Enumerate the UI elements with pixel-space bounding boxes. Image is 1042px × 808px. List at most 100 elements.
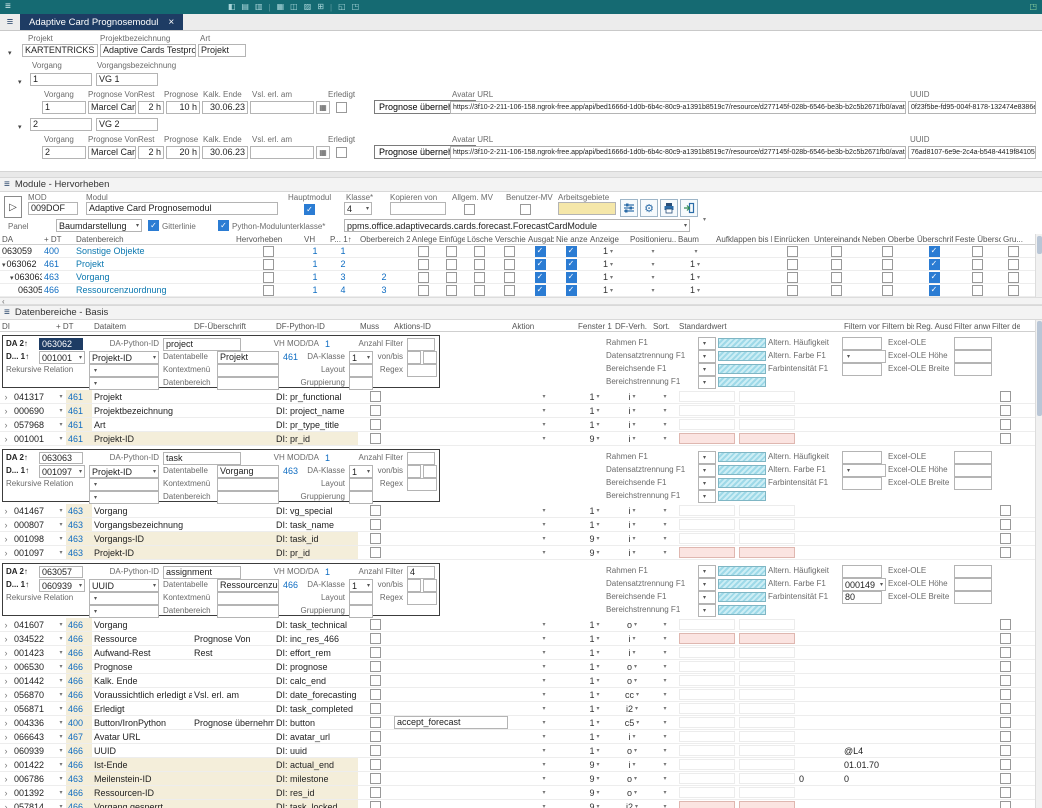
modul-field[interactable]: Adaptive Card Prognosemodul bbox=[86, 202, 278, 215]
prognose-von-field[interactable]: Marcel Carl bbox=[88, 101, 136, 114]
da-number-field[interactable]: 063062 bbox=[39, 338, 83, 350]
anlegen-checkbox[interactable] bbox=[418, 246, 429, 257]
farbintensitaet-field[interactable]: 80 bbox=[842, 591, 882, 604]
expand-icon[interactable] bbox=[5, 506, 8, 516]
filter-deaktivieren-checkbox[interactable] bbox=[1000, 405, 1011, 416]
sort-dropdown[interactable] bbox=[660, 435, 667, 442]
di-dropdown[interactable] bbox=[56, 663, 63, 670]
standardwert-box[interactable] bbox=[739, 759, 795, 770]
basis-row[interactable]: 041317461ProjektDI: pr_functional1i bbox=[0, 390, 1042, 404]
datentabelle-field[interactable]: Projekt bbox=[217, 351, 279, 364]
standardwert-box[interactable] bbox=[679, 633, 735, 644]
aktion-dropdown[interactable] bbox=[539, 691, 546, 698]
relation-dropdown[interactable] bbox=[89, 377, 159, 390]
anzahl-filter-field[interactable] bbox=[407, 452, 435, 465]
di-name-dropdown[interactable]: UUID bbox=[89, 579, 159, 592]
verschieben-checkbox[interactable] bbox=[504, 246, 515, 257]
calendar-icon[interactable] bbox=[316, 101, 330, 114]
datenbereich-link[interactable]: Vorgang bbox=[74, 271, 234, 283]
di-dropdown[interactable] bbox=[56, 789, 63, 796]
aktion-dropdown[interactable] bbox=[539, 521, 546, 528]
di-number-dropdown[interactable]: 001097 bbox=[39, 465, 85, 478]
bereichsende-dropdown[interactable] bbox=[698, 477, 716, 490]
expand-icon[interactable] bbox=[5, 662, 8, 672]
column-header[interactable]: Filtern bis bbox=[880, 322, 914, 331]
df-verhalten-dropdown[interactable]: i bbox=[627, 648, 636, 658]
basis-row[interactable]: 001001461Projekt-IDDI: pr_id9i bbox=[0, 432, 1042, 446]
excel-ole-breite-field[interactable] bbox=[954, 477, 992, 490]
muss-checkbox[interactable] bbox=[370, 519, 381, 530]
column-header[interactable]: P... 1↑ bbox=[328, 235, 358, 244]
muss-checkbox[interactable] bbox=[370, 703, 381, 714]
basis-row[interactable]: 000807463VorgangsbezeichnungDI: task_nam… bbox=[0, 518, 1042, 532]
fenster-dropdown[interactable]: 9 bbox=[588, 788, 600, 798]
farbe-pattern-field[interactable] bbox=[718, 377, 766, 387]
expand-icon[interactable] bbox=[5, 406, 8, 416]
column-header[interactable]: Aktions-ID bbox=[392, 322, 510, 331]
column-header[interactable]: Untereinander bbox=[812, 235, 860, 244]
da-number-field[interactable]: 063063 bbox=[39, 452, 83, 464]
da-python-id-field[interactable]: assignment bbox=[163, 566, 241, 579]
standardwert-box[interactable] bbox=[739, 619, 795, 630]
datensatztrennung-dropdown[interactable] bbox=[698, 578, 716, 591]
regex-field[interactable] bbox=[407, 592, 437, 605]
sort-dropdown[interactable] bbox=[660, 663, 667, 670]
datensatztrennung-dropdown[interactable] bbox=[698, 350, 716, 363]
anlegen-checkbox[interactable] bbox=[418, 259, 429, 270]
standardwert-box[interactable] bbox=[679, 505, 735, 516]
altern-farbe-dropdown[interactable] bbox=[842, 350, 886, 363]
python-unterklasse-checkbox[interactable] bbox=[218, 220, 229, 231]
ausgabe-checkbox[interactable] bbox=[535, 272, 546, 283]
column-header[interactable]: VH bbox=[302, 235, 328, 244]
column-header[interactable]: Verschieben bbox=[493, 235, 526, 244]
di-name-dropdown[interactable]: Projekt-ID bbox=[89, 465, 159, 478]
rest-field[interactable]: 2 h bbox=[138, 146, 164, 159]
von-field[interactable] bbox=[407, 351, 421, 364]
column-header[interactable]: + DT bbox=[54, 322, 92, 331]
verschieben-checkbox[interactable] bbox=[504, 272, 515, 283]
fenster-dropdown[interactable]: 9 bbox=[588, 774, 600, 784]
sort-dropdown[interactable] bbox=[660, 507, 667, 514]
muss-checkbox[interactable] bbox=[370, 773, 381, 784]
hauptmodul-checkbox[interactable] bbox=[304, 204, 315, 215]
muss-checkbox[interactable] bbox=[370, 717, 381, 728]
df-verhalten-dropdown[interactable]: c5 bbox=[624, 718, 641, 728]
di-dropdown[interactable] bbox=[56, 803, 63, 808]
standardwert-box[interactable] bbox=[739, 433, 795, 444]
task-expand-icon[interactable] bbox=[18, 76, 22, 86]
standardwert-box[interactable] bbox=[679, 787, 735, 798]
basis-row[interactable]: 001392466Ressourcen-IDDI: res_id9o bbox=[0, 786, 1042, 800]
aktion-dropdown[interactable] bbox=[539, 507, 546, 514]
muss-checkbox[interactable] bbox=[370, 633, 381, 644]
anzahl-filter-field[interactable]: 4 bbox=[407, 566, 435, 579]
bereichstrennung-dropdown[interactable] bbox=[698, 490, 716, 503]
standardwert-box[interactable] bbox=[739, 633, 795, 644]
ausgabe-checkbox[interactable] bbox=[535, 246, 546, 257]
sort-dropdown[interactable] bbox=[660, 635, 667, 642]
excel-ole-hoehe-field[interactable] bbox=[954, 464, 992, 477]
column-header[interactable]: Filtern von bbox=[842, 322, 880, 331]
basis-section-header[interactable]: Datenbereiche - Basis bbox=[0, 305, 1042, 320]
standardwert-box[interactable] bbox=[679, 801, 735, 808]
muss-checkbox[interactable] bbox=[370, 787, 381, 798]
filter-deaktivieren-checkbox[interactable] bbox=[1000, 633, 1011, 644]
da-klasse-dropdown[interactable]: 1 bbox=[349, 579, 373, 592]
column-header[interactable]: Datenbereich bbox=[74, 235, 234, 244]
basis-row[interactable]: 000690461ProjektbezeichnungDI: project_n… bbox=[0, 404, 1042, 418]
column-header[interactable]: Überschrift bbox=[915, 235, 953, 244]
standardwert-box[interactable] bbox=[739, 717, 795, 728]
list-settings-icon[interactable] bbox=[620, 199, 638, 217]
gruppierung-checkbox[interactable] bbox=[1008, 272, 1019, 283]
gitterlinie-checkbox[interactable] bbox=[148, 220, 159, 231]
filter-deaktivieren-checkbox[interactable] bbox=[1000, 731, 1011, 742]
sort-dropdown[interactable] bbox=[660, 775, 667, 782]
untereinander-checkbox[interactable] bbox=[831, 246, 842, 257]
task-id-field[interactable]: 1 bbox=[42, 101, 86, 114]
farbe-pattern-field[interactable] bbox=[718, 351, 766, 361]
df-verhalten-dropdown[interactable]: o bbox=[626, 746, 638, 756]
di-dropdown[interactable] bbox=[56, 549, 63, 556]
ueberschrift-checkbox[interactable] bbox=[929, 259, 940, 270]
df-verhalten-dropdown[interactable]: i bbox=[627, 732, 636, 742]
aktion-dropdown[interactable] bbox=[539, 747, 546, 754]
link-icon[interactable]: ◳ bbox=[352, 3, 360, 11]
